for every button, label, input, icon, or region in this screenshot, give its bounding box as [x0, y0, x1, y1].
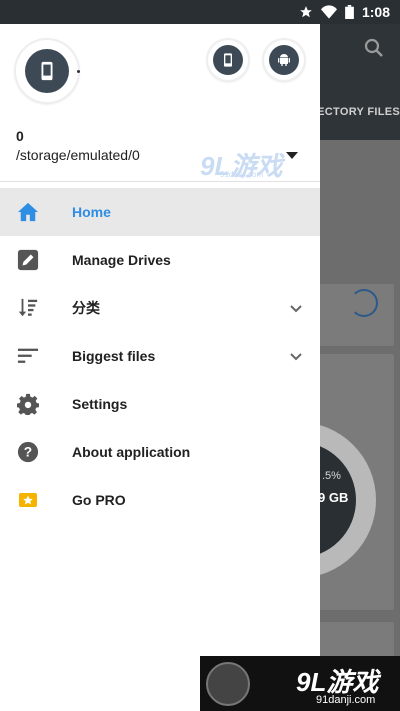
phone-icon: [224, 53, 232, 67]
list-icon: [16, 344, 40, 368]
switch-android-storage-button[interactable]: [264, 40, 304, 80]
menu-item-label: 分类: [72, 300, 100, 316]
storage-dropdown-arrow-icon[interactable]: [286, 152, 298, 159]
header-count: 0: [16, 128, 24, 144]
menu-item-categories[interactable]: 分类: [0, 284, 320, 332]
menu-item-settings[interactable]: Settings: [0, 380, 320, 428]
storage-percent: .5%: [322, 470, 341, 482]
help-icon: ?: [16, 440, 40, 464]
watermark-url: 91danji.com: [220, 170, 264, 179]
drawer-menu: Home Manage Drives 分类 Biggest files Sett…: [0, 182, 320, 524]
menu-item-home[interactable]: Home: [0, 188, 320, 236]
menu-item-label: Biggest files: [72, 348, 156, 364]
menu-item-label: Go PRO: [72, 492, 126, 508]
chevron-down-icon[interactable]: [288, 348, 304, 364]
storage-size: 9 GB: [318, 490, 349, 505]
chevron-down-icon[interactable]: [288, 300, 304, 316]
status-bar: 1:08: [0, 0, 400, 24]
menu-item-label: Settings: [72, 396, 128, 412]
menu-item-about[interactable]: ? About application: [0, 428, 320, 476]
gear-icon: [16, 392, 40, 416]
sort-icon: [16, 296, 40, 320]
wifi-icon: [320, 5, 337, 19]
site-watermark-bottom: 9L游戏 91danji.com: [200, 656, 400, 711]
status-time: 1:08: [361, 4, 390, 20]
drawer-header: 0 /storage/emulated/0 9L游戏 91danji.com: [0, 24, 320, 182]
watermark-emblem-icon: [206, 662, 250, 706]
battery-icon: [345, 5, 354, 19]
svg-text:?: ?: [24, 445, 32, 460]
phone-icon: [41, 61, 53, 81]
watermark-url: 91danji.com: [316, 694, 376, 706]
edit-icon: [16, 248, 40, 272]
pro-badge-icon: [16, 488, 40, 512]
current-storage-avatar[interactable]: [16, 40, 80, 102]
navigation-drawer: 0 /storage/emulated/0 9L游戏 91danji.com H…: [0, 24, 320, 711]
switch-internal-storage-button[interactable]: [208, 40, 248, 80]
menu-item-go-pro[interactable]: Go PRO: [0, 476, 320, 524]
header-storage-path: /storage/emulated/0: [16, 147, 140, 163]
star-icon: [300, 6, 312, 18]
loading-spinner-icon: [350, 289, 378, 317]
home-icon: [16, 200, 40, 224]
site-watermark: 9L游戏 91danji.com: [200, 146, 282, 183]
menu-item-label: Manage Drives: [72, 252, 171, 268]
menu-item-biggest-files[interactable]: Biggest files: [0, 332, 320, 380]
menu-item-label: About application: [72, 444, 191, 460]
android-icon: [278, 54, 290, 66]
menu-item-manage-drives[interactable]: Manage Drives: [0, 236, 320, 284]
search-icon[interactable]: [362, 36, 386, 60]
menu-item-label: Home: [72, 204, 111, 220]
tab-directory-files[interactable]: RECTORY FILES: [309, 106, 400, 118]
